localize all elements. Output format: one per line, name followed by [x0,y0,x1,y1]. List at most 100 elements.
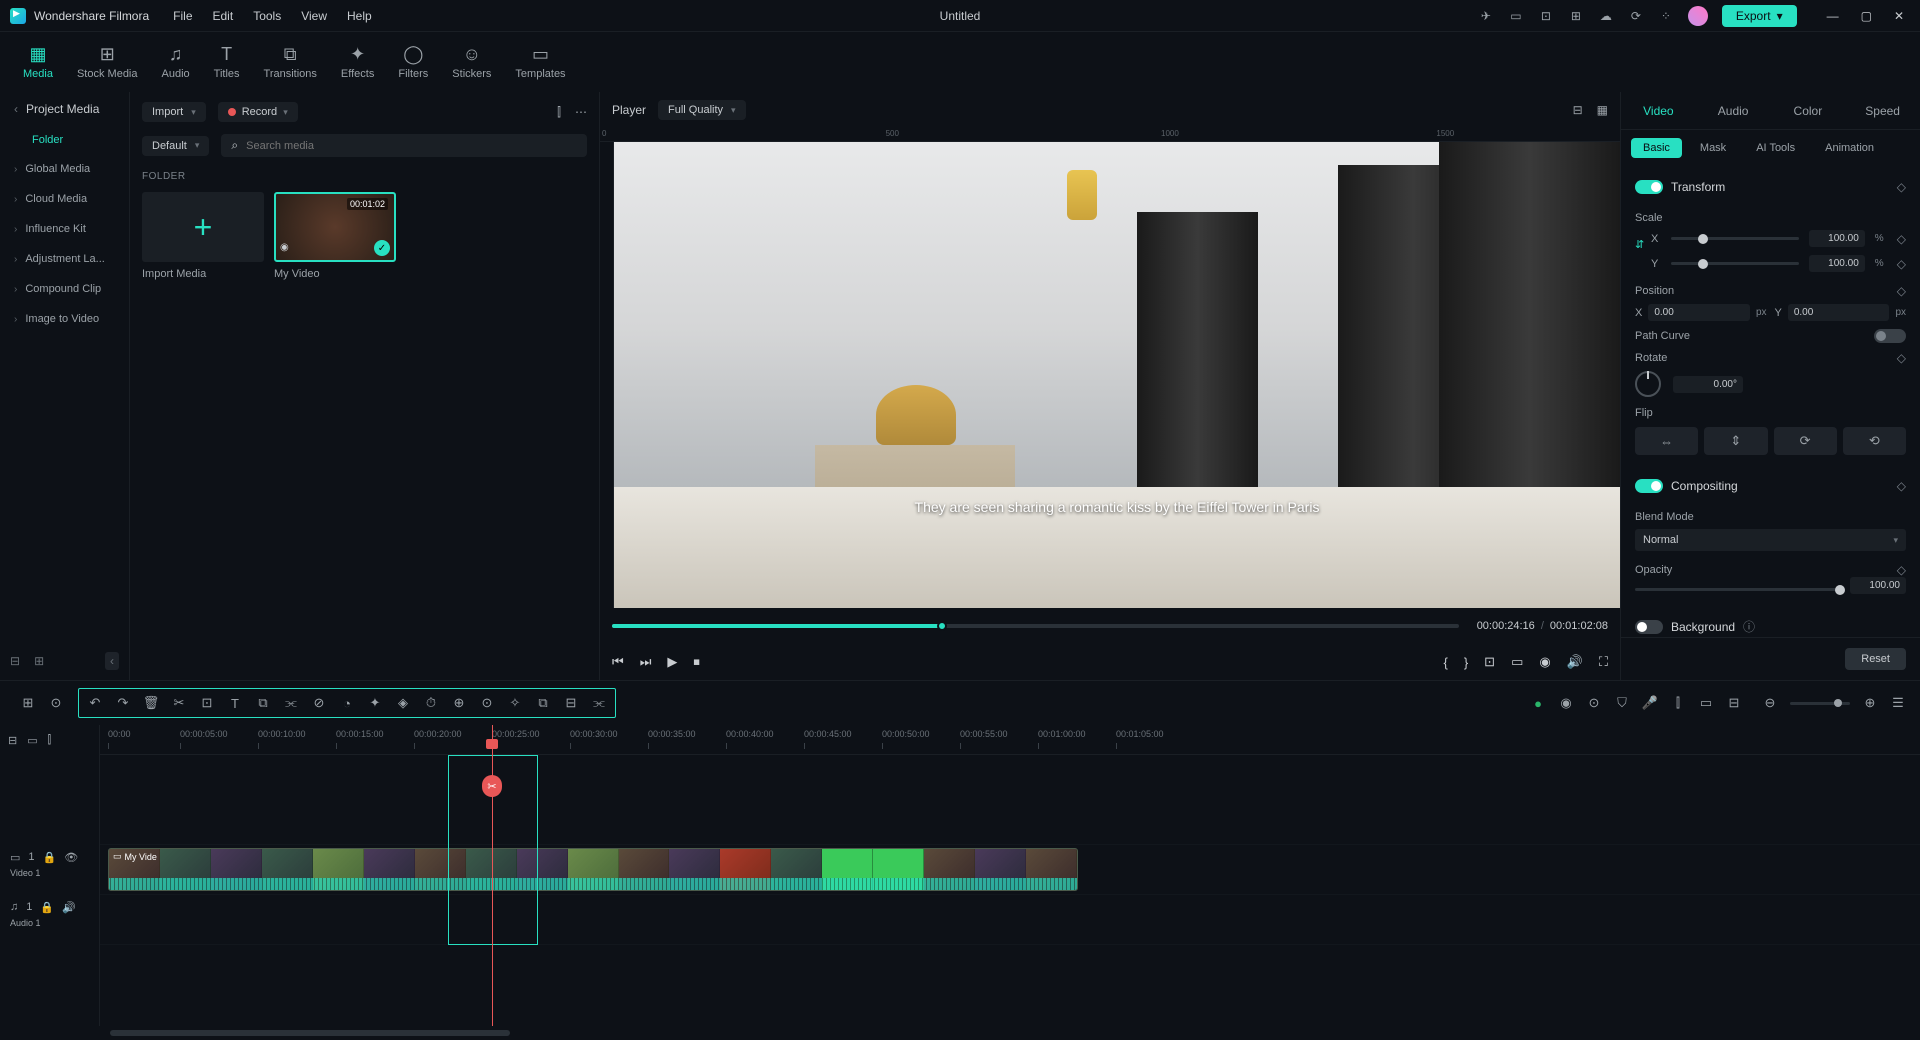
inspector-tab-color[interactable]: Color [1771,92,1846,129]
sidebar-global-media[interactable]: Global Media [0,154,129,184]
minimize-button[interactable]: — [1821,7,1845,25]
link-icon[interactable]: ⇵ [1635,238,1644,251]
flip-horizontal-button[interactable]: ⇔ [1635,427,1698,455]
sidebar-folder[interactable]: Folder [0,126,129,154]
timeline-ruler[interactable]: 00:00 00:00:05:00 00:00:10:00 00:00:15:0… [100,725,1920,755]
sidebar-adjustment-layer[interactable]: Adjustment La... [0,244,129,274]
scale-y-value[interactable]: 100.00 [1809,255,1865,272]
tv-icon[interactable]: ▭ [1694,691,1718,715]
sidebar-influence-kit[interactable]: Influence Kit [0,214,129,244]
keyframe-icon[interactable]: ◇ [1897,351,1906,365]
list-view-icon[interactable]: ☰ [1886,691,1910,715]
track-menu-icon[interactable]: ⫿ [48,734,52,747]
fullscreen-button[interactable]: ⛶ [1599,654,1608,670]
compare-icon[interactable]: ⊟ [1573,103,1583,117]
import-media-tile[interactable]: + Import Media [142,192,264,280]
scale-x-slider[interactable] [1671,237,1799,240]
sort-dropdown[interactable]: Default▾ [142,136,209,156]
scale-x-value[interactable]: 100.00 [1809,230,1865,247]
scale-y-slider[interactable] [1671,262,1799,265]
volume-icon[interactable]: 🔊 [62,901,76,914]
wand-icon[interactable]: ✧ [503,691,527,715]
rotate-cw-button[interactable]: ⟳ [1774,427,1837,455]
timer-icon[interactable]: ⏱ [419,691,443,715]
import-dropdown[interactable]: Import▾ [142,102,206,122]
collapse-sidebar-button[interactable]: ‹ [105,652,119,670]
tab-transitions[interactable]: ⧉Transitions [253,40,328,84]
zoom-out-button[interactable]: ⊖ [1758,691,1782,715]
audio-track-header[interactable]: ♫1🔒🔊 Audio 1 [0,895,99,945]
motion-icon[interactable]: ⊕ [447,691,471,715]
new-folder-icon[interactable]: ⊞ [34,654,44,668]
keyframe-icon[interactable]: ◇ [1897,479,1906,493]
position-y-value[interactable]: 0.00 [1788,304,1890,321]
timeline-tracks[interactable]: 00:00 00:00:05:00 00:00:10:00 00:00:15:0… [100,725,1920,1026]
transform-toggle[interactable] [1635,180,1663,194]
video-track-header[interactable]: ▭1🔒👁 Video 1 [0,845,99,895]
text-tool-button[interactable]: T [223,691,247,715]
message-icon[interactable]: ▭ [1508,8,1524,24]
path-curve-toggle[interactable] [1874,329,1906,343]
inspector-tab-video[interactable]: Video [1621,92,1696,129]
audio-track-row[interactable] [100,895,1920,945]
subtab-basic[interactable]: Basic [1631,138,1682,158]
volume-icon[interactable]: 🔊 [1567,654,1583,670]
subtab-animation[interactable]: Animation [1813,138,1886,158]
playhead[interactable]: ✂ [492,725,493,1026]
magnet-icon[interactable]: ⊙ [44,691,68,715]
sidebar-compound-clip[interactable]: Compound Clip [0,274,129,304]
export-button[interactable]: Export▾ [1722,5,1797,27]
scissors-icon[interactable]: ✂ [482,775,502,797]
background-toggle[interactable] [1635,620,1663,634]
opacity-slider[interactable] [1635,588,1840,591]
tab-audio[interactable]: ♫Audio [151,40,201,84]
play-button[interactable]: ▶ [667,654,677,670]
mark-out-button[interactable]: } [1464,655,1468,670]
record-tl-icon[interactable]: ◉ [1554,691,1578,715]
position-x-value[interactable]: 0.00 [1648,304,1750,321]
folder-open-icon[interactable]: ⊟ [10,654,20,668]
grid-icon[interactable]: ⊞ [16,691,40,715]
rotate-dial[interactable] [1635,371,1661,397]
menu-help[interactable]: Help [347,9,372,23]
video-track-row[interactable]: ▭My Vide [100,845,1920,895]
tab-templates[interactable]: ▭Templates [504,40,576,84]
lock-icon[interactable]: 🔒 [43,851,57,864]
rotate-value[interactable]: 0.00° [1673,376,1743,393]
info-icon[interactable]: ⓘ [1743,618,1755,635]
apps-icon[interactable]: ⁘ [1658,8,1674,24]
tab-media[interactable]: ▦Media [12,40,64,84]
link-button[interactable]: ⫘ [279,691,303,715]
redo-button[interactable]: ↷ [111,691,135,715]
camera-icon[interactable]: ◉ [1539,654,1550,670]
delete-button[interactable]: 🗑 [139,691,163,715]
menu-tools[interactable]: Tools [253,9,281,23]
undo-button[interactable]: ↶ [83,691,107,715]
stop-button[interactable]: ⏹ [693,654,700,670]
refresh-icon[interactable]: ⟳ [1628,8,1644,24]
more-icon[interactable]: ⋯ [575,105,587,120]
maximize-button[interactable]: ▢ [1855,7,1878,25]
eye-icon[interactable]: 👁 [64,851,78,864]
blend-mode-dropdown[interactable]: Normal▾ [1635,529,1906,551]
subtab-ai-tools[interactable]: AI Tools [1744,138,1807,158]
rotate-ccw-button[interactable]: ⟲ [1843,427,1906,455]
layout-icon[interactable]: ⊞ [1568,8,1584,24]
sidebar-image-to-video[interactable]: Image to Video [0,304,129,334]
menu-file[interactable]: File [173,9,192,23]
next-frame-button[interactable]: ⏭ [640,654,652,670]
mute-all-icon[interactable]: ▭ [27,734,37,747]
effects-button[interactable]: ✦ [363,691,387,715]
search-field[interactable]: ⌕ [221,134,587,157]
color-button[interactable]: ◔ [335,691,359,715]
subtab-mask[interactable]: Mask [1688,138,1738,158]
camera-tl-icon[interactable]: ⊙ [1582,691,1606,715]
inspector-tab-audio[interactable]: Audio [1696,92,1771,129]
tab-stickers[interactable]: ☺Stickers [441,40,502,84]
snapshot-icon[interactable]: ▦ [1597,103,1608,117]
quality-dropdown[interactable]: Full Quality▾ [658,100,746,120]
monitor-icon[interactable]: ⊡ [1538,8,1554,24]
cut-button[interactable]: ✂ [167,691,191,715]
crop-tool-button[interactable]: ⊡ [195,691,219,715]
progress-bar[interactable] [612,624,1459,628]
